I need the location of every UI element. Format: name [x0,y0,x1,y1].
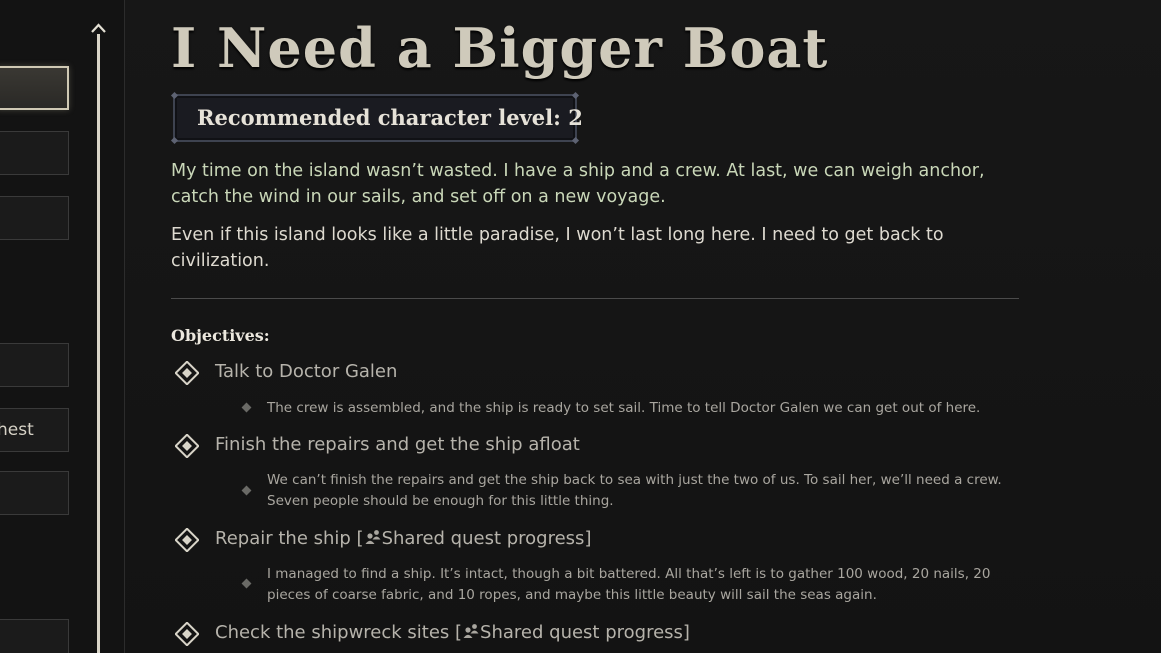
quest-list-item[interactable] [0,619,69,653]
objectives-heading: Objectives: [171,326,270,345]
quest-list-item[interactable] [0,131,69,175]
objective-title: Check the shipwreck sites [ Shared quest … [215,622,690,643]
quest-list-item-label: hest [0,420,34,440]
quest-list-panel: hest [0,0,125,653]
shared-progress-icon [365,530,381,544]
quest-list-item[interactable] [0,471,69,515]
quest-list-item[interactable]: hest [0,408,69,452]
quest-description-intro: My time on the island wasn’t wasted. I h… [171,161,985,207]
objective-title-text: Repair the ship [ [215,528,364,549]
objective-title: Finish the repairs and get the ship aflo… [215,434,580,455]
bullet-icon [241,402,252,413]
quest-journal-screen: hest I Need a Bigger Boat Recommended ch… [0,0,1161,653]
scroll-up-arrow-icon[interactable] [90,22,107,38]
quest-list-item[interactable] [0,196,69,240]
quest-list-item-selected[interactable] [0,66,69,110]
objective-title: Repair the ship [ Shared quest progress] [215,528,591,549]
quest-description-body: Even if this island looks like a little … [171,225,944,271]
quest-title: I Need a Bigger Boat [171,16,829,80]
shared-progress-label: Shared quest progress] [381,528,592,549]
recommended-level-box: Recommended character level: 2 [170,91,583,145]
recommended-level-text: Recommended character level: 2 [197,105,583,130]
section-divider [171,298,1019,299]
objective-description: The crew is assembled, and the ship is r… [267,400,981,416]
shared-progress-label: Shared quest progress] [480,622,690,643]
objective-title: Talk to Doctor Galen [215,361,398,382]
bullet-icon [241,485,252,496]
diamond-objective-icon [175,434,199,458]
diamond-objective-icon [175,361,199,385]
objective-title-text: Check the shipwreck sites [ [215,622,463,643]
objective-description: We can’t finish the repairs and get the … [267,472,1002,509]
bullet-icon [241,578,252,589]
quest-list-item[interactable] [0,343,69,387]
scrollbar-track[interactable] [97,34,100,653]
shared-progress-icon [463,624,479,638]
objective-description: I managed to find a ship. It’s intact, t… [267,566,991,603]
diamond-objective-icon [175,528,199,552]
diamond-objective-icon [175,622,199,646]
